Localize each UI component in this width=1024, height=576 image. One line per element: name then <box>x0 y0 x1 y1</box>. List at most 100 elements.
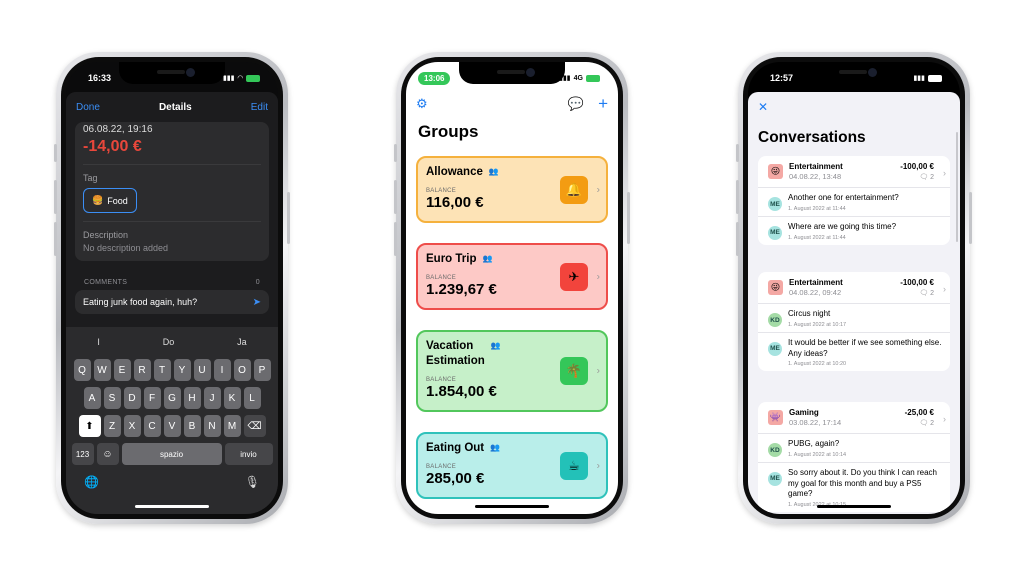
comment-input[interactable]: Eating junk food again, huh? ➤ <box>75 290 269 314</box>
microphone-icon[interactable]: 🎙 <box>245 475 260 489</box>
group-emoji-icon: 🌴 <box>560 357 588 385</box>
numbers-key[interactable]: 123 <box>71 443 94 465</box>
key-p[interactable]: P <box>253 359 271 381</box>
key-l[interactable]: L <box>243 387 261 409</box>
key-t[interactable]: T <box>153 359 171 381</box>
key-r[interactable]: R <box>133 359 151 381</box>
key-z[interactable]: Z <box>103 415 121 437</box>
comment-count: 🗨 2 <box>905 419 934 427</box>
group-title-line1: Euro Trip <box>426 253 477 265</box>
edit-button[interactable]: Edit <box>251 102 268 113</box>
shift-key[interactable]: ⬆ <box>78 415 101 437</box>
group-title-line1: Allowance <box>426 166 483 178</box>
status-time: 12:57 <box>770 73 794 83</box>
people-icon: 👥 <box>488 167 499 176</box>
key-s[interactable]: S <box>103 387 121 409</box>
key-d[interactable]: D <box>123 387 141 409</box>
close-icon[interactable]: ✕ <box>758 100 768 114</box>
message-row: ME Where are we going this time? 1. August… <box>758 217 950 245</box>
key-n[interactable]: N <box>203 415 221 437</box>
chevron-right-icon: › <box>596 460 600 471</box>
space-key[interactable]: spazio <box>121 443 222 465</box>
key-a[interactable]: A <box>83 387 101 409</box>
message-date: 1. August 2022 at 10:17 <box>788 321 847 328</box>
group-title-line2: Estimation <box>426 354 485 367</box>
key-h[interactable]: H <box>183 387 201 409</box>
signal-icon: ▮▮▮ <box>223 75 235 82</box>
key-v[interactable]: V <box>163 415 181 437</box>
key-g[interactable]: G <box>163 387 181 409</box>
comments-count: 0 <box>255 279 260 286</box>
chevron-right-icon: › <box>596 184 600 195</box>
group-title: Vacation Estimation <box>426 339 485 369</box>
conversations-sheet: ✕ Conversations 😜 Entertainment 04.08.22, … <box>748 92 960 514</box>
showcase-stage: 16:33 ▮▮▮ ◠ Done Details Edit 06.08.22, 1… <box>0 0 1024 576</box>
keyboard-suggestion[interactable]: Do <box>163 337 175 347</box>
network-label: 4G <box>573 74 583 82</box>
tag-food-button[interactable]: 🍔 Food <box>83 188 137 213</box>
key-q[interactable]: Q <box>73 359 91 381</box>
conversation-header[interactable]: 😜 Entertainment 04.08.22, 13:48 -100,00 € 🗨 … <box>758 160 950 188</box>
group-emoji-icon: ☕ <box>560 451 588 480</box>
conversations-icon[interactable]: 💬 <box>568 96 584 112</box>
groups-screen: 13:06 ▮▮▮ 4G ⚙ 💬 + Groups Allowance 👥 BALAN… <box>406 62 618 514</box>
group-balance: 1.854,00 € <box>426 382 497 400</box>
people-icon: 👥 <box>490 443 501 452</box>
message-text: So sorry about it. Do you think I can re… <box>788 467 937 499</box>
key-w[interactable]: W <box>93 359 111 381</box>
emoji-key[interactable]: ☺ <box>96 443 119 465</box>
send-icon[interactable]: ➤ <box>253 297 261 308</box>
people-icon: 👥 <box>482 254 493 263</box>
settings-gear-icon[interactable]: ⚙ <box>416 96 428 112</box>
return-key[interactable]: invio <box>224 443 273 465</box>
group-title: Allowance <box>426 165 483 180</box>
message-text: PUBG, again? <box>788 439 840 448</box>
details-screen: 16:33 ▮▮▮ ◠ Done Details Edit 06.08.22, 1… <box>66 62 278 514</box>
conversations-screen: 12:57 ▮▮▮ ✕ Conversations 😜 Entertainment… <box>748 62 960 514</box>
conversation-meta: -25,00 € 🗨 2 <box>905 408 934 427</box>
conversation-card: 👾 Gaming 03.08.22, 17:14 -25,00 € 🗨 2 › KD PUBG… <box>758 402 950 513</box>
conversation-header[interactable]: 😜 Entertainment 04.08.22, 09:42 -100,00 € 🗨 … <box>758 276 950 304</box>
group-card[interactable]: Euro Trip 👥 BALANCE 1.239,67 € ✈ › <box>416 243 608 310</box>
tag-label: Tag <box>83 173 98 183</box>
category-emoji-icon: 😜 <box>768 280 783 295</box>
add-group-button[interactable]: + <box>598 94 608 114</box>
group-card[interactable]: Eating Out 👥 BALANCE 285,00 € ☕ › <box>416 432 608 499</box>
conversation-amount: -25,00 € <box>904 408 934 417</box>
transaction-date: 06.08.22, 19:16 <box>83 124 153 135</box>
details-card: 06.08.22, 19:16 -14,00 € Tag 🍔 Food Desc… <box>75 122 269 261</box>
key-m[interactable]: M <box>223 415 241 437</box>
key-j[interactable]: J <box>203 387 221 409</box>
key-i[interactable]: I <box>213 359 231 381</box>
battery-icon <box>928 74 942 82</box>
key-x[interactable]: X <box>123 415 141 437</box>
avatar: ME <box>768 341 782 356</box>
comment-count-value: 2 <box>930 290 934 297</box>
scrollbar[interactable] <box>956 132 958 242</box>
globe-icon[interactable]: 🌐 <box>84 475 99 489</box>
chevron-right-icon: › <box>943 284 946 294</box>
conversation-category: Entertainment <box>789 162 843 171</box>
message-date: 1. August 2022 at 10:14 <box>788 451 847 458</box>
group-card[interactable]: Allowance 👥 BALANCE 116,00 € 🔔 › <box>416 156 608 223</box>
group-card[interactable]: Vacation Estimation 👥 BALANCE 1.854,00 € 🌴 › <box>416 330 608 412</box>
key-e[interactable]: E <box>113 359 131 381</box>
key-y[interactable]: Y <box>173 359 191 381</box>
key-f[interactable]: F <box>143 387 161 409</box>
key-c[interactable]: C <box>143 415 161 437</box>
key-o[interactable]: O <box>233 359 251 381</box>
signal-icon: ▮▮▮ <box>913 75 925 82</box>
key-k[interactable]: K <box>223 387 241 409</box>
people-icon: 👥 <box>490 341 501 350</box>
keyboard-suggestion[interactable]: Ja <box>237 337 247 347</box>
conversation-header[interactable]: 👾 Gaming 03.08.22, 17:14 -25,00 € 🗨 2 › <box>758 406 950 434</box>
group-emoji-icon: ✈ <box>560 262 588 291</box>
avatar: ME <box>768 471 782 486</box>
backspace-key[interactable]: ⌫ <box>243 415 266 437</box>
keyboard-suggestion[interactable]: I <box>97 337 100 347</box>
tag-value: Food <box>107 195 128 206</box>
key-u[interactable]: U <box>193 359 211 381</box>
key-b[interactable]: B <box>183 415 201 437</box>
done-button[interactable]: Done <box>76 102 100 113</box>
speech-bubble-icon: 🗨 <box>919 420 931 427</box>
